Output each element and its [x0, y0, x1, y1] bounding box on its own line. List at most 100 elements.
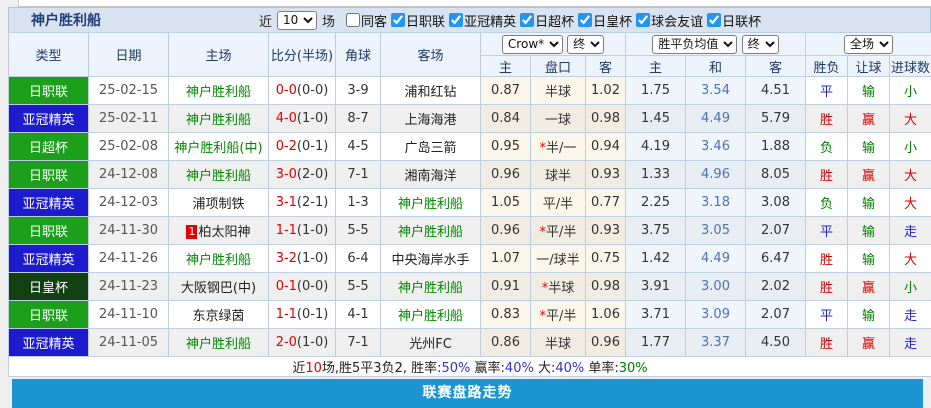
league-checkbox-input[interactable]: [520, 13, 534, 27]
home-team-cell[interactable]: 神户胜利船: [169, 245, 269, 273]
away-team-cell[interactable]: 神户胜利船: [381, 301, 481, 329]
league-type-cell[interactable]: 日职联: [9, 161, 89, 189]
score-cell[interactable]: 4-0(1-0): [269, 105, 336, 133]
home-team-cell[interactable]: 浦项制铁: [169, 189, 269, 217]
handicap-text: 平/半: [546, 225, 576, 240]
league-filter-checkbox[interactable]: 日职联: [391, 11, 445, 30]
match-date-cell: 24-11-10: [89, 301, 169, 329]
recent-summary: 近10场,胜5平3负2, 胜率:50% 赢率:40% 大:40% 单率:30%: [9, 357, 931, 377]
handicap-result-cell: 输: [848, 245, 890, 273]
away-team-cell[interactable]: 神户胜利船: [381, 273, 481, 301]
league-checkbox-input[interactable]: [346, 13, 360, 27]
league-type-cell[interactable]: 亚冠精英: [9, 189, 89, 217]
draw-odds-cell: 3.00: [686, 273, 746, 301]
league-type-cell[interactable]: 日职联: [9, 77, 89, 105]
league-filter-checkbox[interactable]: 日超杯: [520, 11, 574, 30]
score-cell[interactable]: 3-2(1-0): [269, 245, 336, 273]
away-team-name[interactable]: 上海海港: [404, 113, 456, 128]
home-rank-badge: 1: [186, 225, 197, 239]
home-team-cell[interactable]: 大阪钢巴(中): [169, 273, 269, 301]
halftime-score: (1-0): [297, 223, 328, 238]
home-team-name[interactable]: 东京绿茵: [192, 309, 244, 324]
bookmaker-select[interactable]: Crow*: [502, 35, 563, 54]
away-team-name[interactable]: 湘南海洋: [404, 169, 456, 184]
odds-stage-select[interactable]: 终: [742, 35, 779, 54]
crow-stage-select[interactable]: 终: [567, 35, 604, 54]
home-team-name[interactable]: 神户胜利船: [186, 253, 251, 268]
home-team-name[interactable]: 神户胜利船: [186, 85, 251, 100]
score-cell[interactable]: 1-1(1-0): [269, 217, 336, 245]
league-filter-checkbox[interactable]: 球会友谊: [636, 11, 703, 30]
home-team-name[interactable]: 神户胜利船: [186, 169, 251, 184]
league-type-cell[interactable]: 亚冠精英: [9, 329, 89, 357]
col-header-score: 比分(半场): [269, 33, 336, 77]
handicap-text: 平/半: [543, 197, 573, 212]
away-team-name[interactable]: 浦和红钻: [404, 85, 456, 100]
away-team-cell[interactable]: 浦和红钻: [381, 77, 481, 105]
league-checkbox-input[interactable]: [578, 13, 592, 27]
home-team-cell[interactable]: 神户胜利船(中): [169, 133, 269, 161]
away-team-name[interactable]: 神户胜利船: [398, 309, 463, 324]
home-team-cell[interactable]: 神户胜利船: [169, 77, 269, 105]
matches-label: 场: [322, 11, 335, 30]
filter-controls: 近 10 场 同客 日职联 亚冠精英 日超杯 日皇杯 球会友谊 日联杯: [259, 11, 761, 30]
score-cell[interactable]: 0-1(0-0): [269, 273, 336, 301]
league-checkbox-input[interactable]: [636, 13, 650, 27]
home-team-name[interactable]: 神户胜利船: [186, 337, 251, 352]
league-checkbox-input[interactable]: [707, 13, 721, 27]
home-team-name[interactable]: 柏太阳神: [198, 225, 250, 240]
home-team-cell[interactable]: 神户胜利船: [169, 105, 269, 133]
home-team-name[interactable]: 浦项制铁: [192, 197, 244, 212]
home-team-name[interactable]: 神户胜利船: [186, 113, 251, 128]
match-history-table: 类型 日期 主场 比分(半场) 角球 客场 Crow* 终: [8, 32, 931, 377]
away-team-name[interactable]: 广岛三箭: [404, 141, 456, 156]
league-type-cell[interactable]: 亚冠精英: [9, 105, 89, 133]
table-row: 日职联 24-11-10 东京绿茵 1-1(0-1) 4-1 神户胜利船 0.8…: [9, 301, 931, 329]
league-checkbox-input[interactable]: [449, 13, 463, 27]
home-team-cell[interactable]: 神户胜利船: [169, 329, 269, 357]
home-team-name[interactable]: 大阪钢巴(中): [181, 281, 256, 296]
league-filter-checkbox[interactable]: 日联杯: [707, 11, 761, 30]
away-team-name[interactable]: 中央海岸水手: [391, 253, 469, 268]
away-team-cell[interactable]: 神户胜利船: [381, 217, 481, 245]
away-team-cell[interactable]: 神户胜利船: [381, 189, 481, 217]
league-filter-checkbox[interactable]: 同客: [346, 11, 387, 30]
match-date-cell: 24-11-23: [89, 273, 169, 301]
away-team-cell[interactable]: 上海海港: [381, 105, 481, 133]
league-type-cell[interactable]: 日皇杯: [9, 273, 89, 301]
home-team-cell[interactable]: 东京绿茵: [169, 301, 269, 329]
scope-select[interactable]: 全场: [844, 35, 893, 54]
score-cell[interactable]: 3-1(2-1): [269, 189, 336, 217]
home-team-name[interactable]: 神户胜利船(中): [174, 141, 262, 156]
away-team-cell[interactable]: 中央海岸水手: [381, 245, 481, 273]
away-team-name[interactable]: 神户胜利船: [398, 225, 463, 240]
score-cell[interactable]: 0-2(0-1): [269, 133, 336, 161]
away-team-cell[interactable]: 广岛三箭: [381, 133, 481, 161]
summary-segment: 40%: [555, 361, 584, 376]
recent-count-select[interactable]: 10: [277, 11, 317, 30]
league-checkbox-input[interactable]: [391, 13, 405, 27]
league-filter-checkbox[interactable]: 日皇杯: [578, 11, 632, 30]
away-team-name[interactable]: 神户胜利船: [398, 281, 463, 296]
league-type-cell[interactable]: 亚冠精英: [9, 245, 89, 273]
summary-segment: 场,胜5平3负2, 胜率:: [322, 361, 442, 376]
table-row: 亚冠精英 25-02-11 神户胜利船 4-0(1-0) 8-7 上海海港 0.…: [9, 105, 931, 133]
away-team-name[interactable]: 光州FC: [409, 337, 452, 352]
away-team-cell[interactable]: 光州FC: [381, 329, 481, 357]
league-filter-checkbox[interactable]: 亚冠精英: [449, 11, 516, 30]
score-cell[interactable]: 0-0(0-0): [269, 77, 336, 105]
handicap-cell: 半球: [531, 77, 586, 105]
home-team-cell[interactable]: 神户胜利船: [169, 161, 269, 189]
score-cell[interactable]: 3-0(2-0): [269, 161, 336, 189]
away-team-name[interactable]: 神户胜利船: [398, 197, 463, 212]
odds-average-select[interactable]: 胜平负均值: [652, 35, 737, 54]
handicap-cell: *半/一: [531, 133, 586, 161]
home-team-cell[interactable]: 1柏太阳神: [169, 217, 269, 245]
crow-away-odds-cell: 0.98: [586, 273, 626, 301]
score-cell[interactable]: 2-0(1-0): [269, 329, 336, 357]
score-cell[interactable]: 1-1(0-1): [269, 301, 336, 329]
league-type-cell[interactable]: 日职联: [9, 217, 89, 245]
league-type-cell[interactable]: 日超杯: [9, 133, 89, 161]
away-team-cell[interactable]: 湘南海洋: [381, 161, 481, 189]
league-type-cell[interactable]: 日职联: [9, 301, 89, 329]
